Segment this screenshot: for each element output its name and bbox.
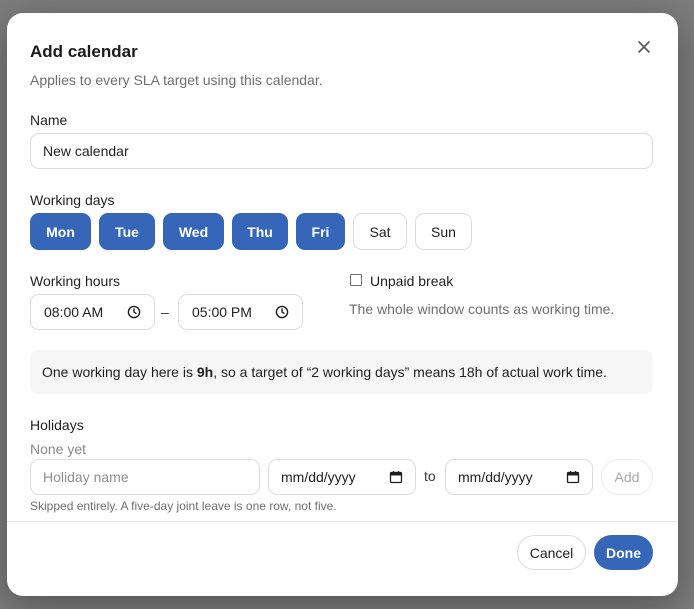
end-time-value: 05:00 PM xyxy=(192,304,252,320)
holidays-empty-text: None yet xyxy=(30,441,87,457)
summary-hours: 9h xyxy=(196,364,214,380)
holiday-start-date-input[interactable]: mm/dd/yyyy xyxy=(268,459,416,495)
working-day-summary: One working day here is 9h, so a target … xyxy=(30,350,653,394)
working-days-label: Working days xyxy=(30,192,115,208)
end-time-input[interactable]: 05:00 PM xyxy=(178,294,303,330)
close-button[interactable] xyxy=(633,36,655,58)
holiday-name-input[interactable] xyxy=(30,459,260,495)
name-label: Name xyxy=(30,112,68,128)
holidays-label: Holidays xyxy=(30,417,84,433)
holidays-help: Skipped entirely. A five-day joint leave… xyxy=(30,499,337,513)
day-toggle-thu[interactable]: Thu xyxy=(232,213,288,250)
working-hours-label: Working hours xyxy=(30,273,121,289)
time-range-separator: – xyxy=(161,304,169,320)
calendar-icon[interactable] xyxy=(389,470,403,484)
unpaid-break-checkbox[interactable] xyxy=(350,274,362,286)
end-date-value: mm/dd/yyyy xyxy=(458,469,533,485)
date-range-to-label: to xyxy=(424,468,436,484)
day-toggle-mon[interactable]: Mon xyxy=(30,213,91,250)
start-date-value: mm/dd/yyyy xyxy=(281,469,356,485)
day-toggle-tue[interactable]: Tue xyxy=(99,213,155,250)
clock-icon[interactable] xyxy=(275,305,289,319)
unpaid-break-help: The whole window counts as working time. xyxy=(349,301,615,317)
day-toggle-wed[interactable]: Wed xyxy=(163,213,224,250)
calendar-icon[interactable] xyxy=(566,470,580,484)
close-icon xyxy=(638,41,650,53)
holiday-end-date-input[interactable]: mm/dd/yyyy xyxy=(445,459,593,495)
clock-icon[interactable] xyxy=(127,305,141,319)
summary-suffix: , so a target of “2 working days” means … xyxy=(213,364,607,380)
start-time-value: 08:00 AM xyxy=(44,304,104,320)
add-calendar-dialog: Add calendar Applies to every SLA target… xyxy=(7,13,678,596)
unpaid-break-label[interactable]: Unpaid break xyxy=(370,273,453,289)
calendar-name-input[interactable] xyxy=(30,133,653,169)
dialog-title: Add calendar xyxy=(30,42,138,61)
done-button[interactable]: Done xyxy=(594,535,653,570)
cancel-button[interactable]: Cancel xyxy=(517,535,586,570)
summary-prefix: One working day here is xyxy=(42,364,197,380)
day-toggle-sun[interactable]: Sun xyxy=(415,213,472,250)
start-time-input[interactable]: 08:00 AM xyxy=(30,294,155,330)
day-toggle-sat[interactable]: Sat xyxy=(353,213,407,250)
add-holiday-button[interactable]: Add xyxy=(601,459,653,495)
day-toggle-fri[interactable]: Fri xyxy=(296,213,345,250)
working-days-toggle-group: Mon Tue Wed Thu Fri Sat Sun xyxy=(30,213,472,250)
footer-divider xyxy=(7,521,678,522)
dialog-subtitle: Applies to every SLA target using this c… xyxy=(30,72,323,88)
